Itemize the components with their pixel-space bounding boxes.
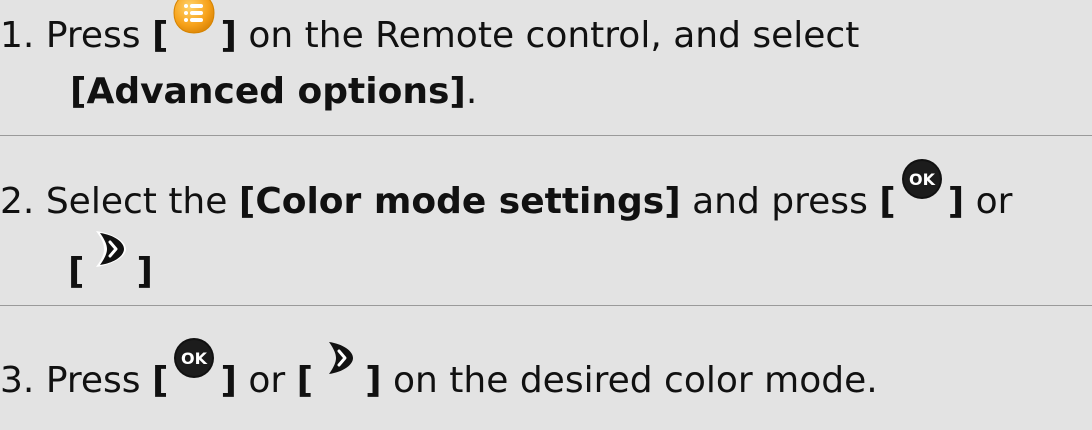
divider <box>0 305 1092 306</box>
step-number: 3. <box>0 360 35 401</box>
step-text: Press <box>45 360 141 401</box>
right-arrow-button-icon <box>88 227 132 271</box>
instruction-panel: 1. Press [] on the Remote control, and … <box>0 0 1092 430</box>
step-2-line-2: [ ] <box>68 231 153 302</box>
bracket-close: ] <box>365 360 382 401</box>
menu-options-icon <box>172 0 216 35</box>
step-1-line-1: 1. Press [] on the Remote control, and … <box>0 0 860 66</box>
step-text: or <box>248 360 286 401</box>
bracket-open: [ <box>152 15 169 56</box>
step-text: Press <box>45 15 141 56</box>
step-number: 1. <box>0 15 35 56</box>
step-text: or <box>975 181 1013 222</box>
step-2-line-1: 2. Select the [Color mode settings] and … <box>0 159 1013 232</box>
step-text: . <box>465 71 478 112</box>
bracket-close: ] <box>220 15 237 56</box>
step-number: 2. <box>0 181 35 222</box>
svg-text:OK: OK <box>181 349 208 368</box>
bracket-open: [ <box>879 181 896 222</box>
bracket-open: [ <box>296 360 314 401</box>
bracket-close: ] <box>947 181 965 222</box>
step-text: Select the <box>45 181 228 222</box>
step-3-line-1: 3. Press [ OK ] or [ ] on the desired co… <box>0 338 878 411</box>
step-text: on the Remote control, and select <box>248 15 860 56</box>
divider <box>0 135 1092 136</box>
step-text: on the desired color mode. <box>393 360 878 401</box>
step-text: and press <box>692 181 868 222</box>
menu-item-name: [Advanced options] <box>70 71 466 112</box>
bracket-open: [ <box>152 360 169 401</box>
menu-item-name: [Color mode settings] <box>238 181 681 222</box>
step-1-line-2: [Advanced options]. <box>70 62 477 122</box>
ok-button-icon: OK <box>172 336 216 380</box>
right-arrow-button-icon <box>317 336 361 380</box>
ok-button-icon: OK <box>900 157 944 201</box>
bracket-close: ] <box>220 360 237 401</box>
svg-text:OK: OK <box>909 170 936 189</box>
bracket-close: ] <box>136 251 153 292</box>
bracket-open: [ <box>68 251 85 292</box>
